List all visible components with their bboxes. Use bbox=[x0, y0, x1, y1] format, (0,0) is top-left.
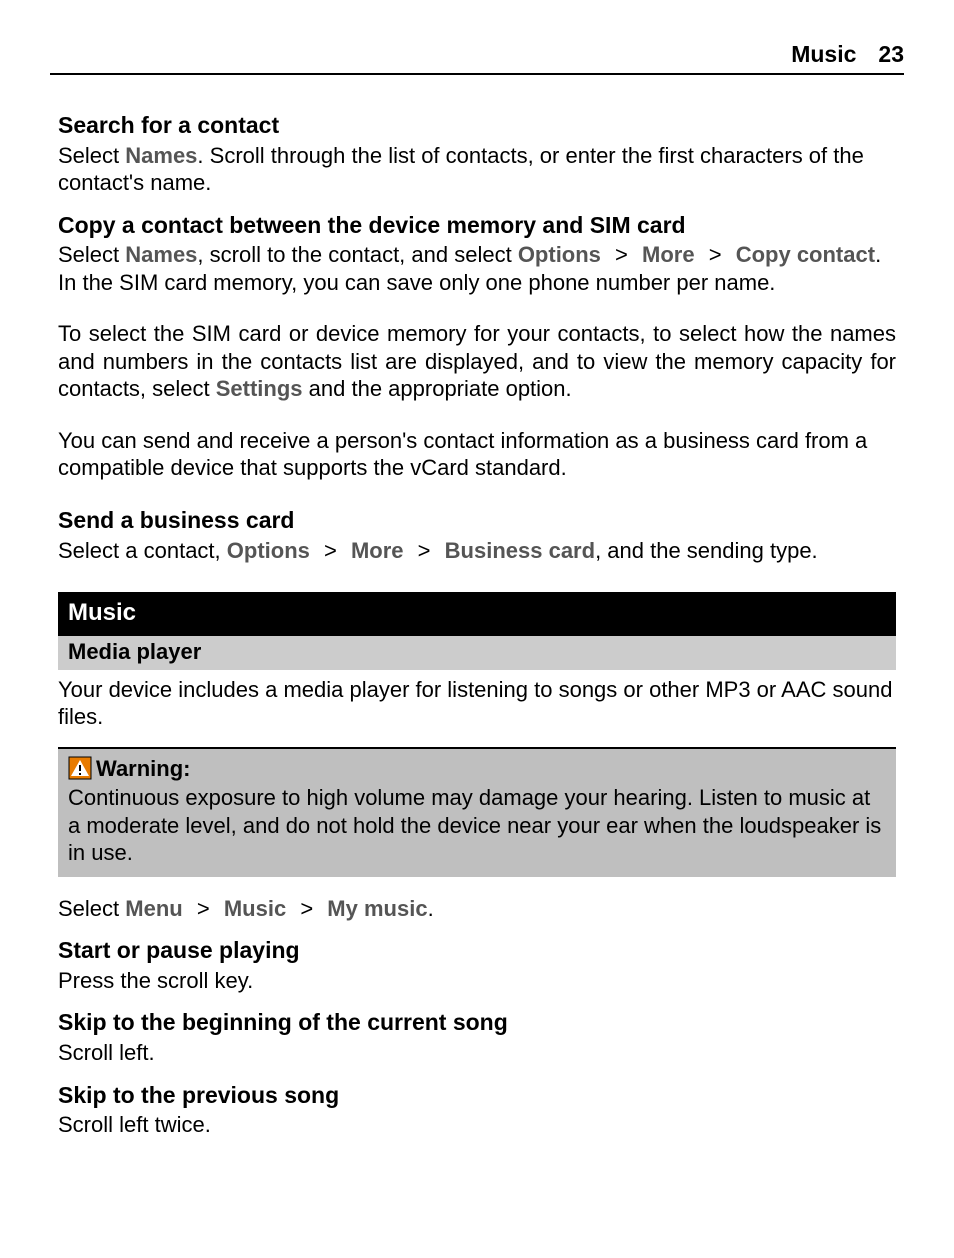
text: and the appropriate option. bbox=[303, 376, 572, 401]
separator bbox=[601, 242, 615, 267]
para-search-contact: Select Names. Scroll through the list of… bbox=[58, 142, 896, 197]
separator bbox=[695, 242, 709, 267]
ui-business-card: Business card bbox=[445, 538, 595, 563]
text: Select bbox=[58, 143, 125, 168]
chapter-bar-music: Music bbox=[58, 592, 896, 636]
heading-send-card: Send a business card bbox=[58, 506, 896, 535]
heading-search-contact: Search for a contact bbox=[58, 111, 896, 140]
text: Select a contact, bbox=[58, 538, 227, 563]
ui-copy-contact: Copy contact bbox=[736, 242, 875, 267]
page-header: Music 23 bbox=[50, 40, 904, 75]
separator bbox=[313, 896, 327, 921]
separator bbox=[183, 896, 197, 921]
gt: > bbox=[709, 242, 722, 267]
para-start-pause: Press the scroll key. bbox=[58, 967, 896, 995]
heading-skip-beginning: Skip to the beginning of the current son… bbox=[58, 1008, 896, 1037]
heading-start-pause: Start or pause playing bbox=[58, 936, 896, 965]
separator bbox=[431, 538, 445, 563]
content-area: Search for a contact Select Names. Scrol… bbox=[50, 111, 904, 1139]
ui-names: Names bbox=[125, 143, 197, 168]
gt: > bbox=[300, 896, 313, 921]
ui-names: Names bbox=[125, 242, 197, 267]
separator bbox=[404, 538, 418, 563]
para-skip-previous: Scroll left twice. bbox=[58, 1111, 896, 1139]
para-vcard-info: You can send and receive a person's cont… bbox=[58, 427, 896, 482]
ui-settings: Settings bbox=[216, 376, 303, 401]
para-media-intro: Your device includes a media player for … bbox=[58, 676, 896, 731]
separator bbox=[310, 538, 324, 563]
ui-music: Music bbox=[224, 896, 286, 921]
header-chapter: Music bbox=[791, 40, 856, 69]
header-page-number: 23 bbox=[878, 40, 904, 69]
warning-label: Warning: bbox=[96, 755, 191, 783]
text: Select bbox=[58, 896, 125, 921]
separator bbox=[628, 242, 642, 267]
text: , and the sending type. bbox=[595, 538, 818, 563]
warning-text: Continuous exposure to high volume may d… bbox=[68, 784, 886, 867]
para-skip-beginning: Scroll left. bbox=[58, 1039, 896, 1067]
ui-more: More bbox=[642, 242, 695, 267]
ui-my-music: My music bbox=[327, 896, 427, 921]
gt: > bbox=[418, 538, 431, 563]
separator bbox=[286, 896, 300, 921]
para-send-card: Select a contact, Options > More > Busin… bbox=[58, 537, 896, 565]
ui-menu: Menu bbox=[125, 896, 182, 921]
separator bbox=[210, 896, 224, 921]
ui-more: More bbox=[351, 538, 404, 563]
warning-box: Warning: Continuous exposure to high vol… bbox=[58, 747, 896, 877]
gt: > bbox=[615, 242, 628, 267]
heading-skip-previous: Skip to the previous song bbox=[58, 1081, 896, 1110]
warning-icon bbox=[68, 756, 92, 780]
heading-copy-contact: Copy a contact between the device memory… bbox=[58, 211, 896, 240]
para-copy-contact: Select Names, scroll to the contact, and… bbox=[58, 241, 896, 296]
sub-bar-media-player: Media player bbox=[58, 636, 896, 670]
para-settings-info: To select the SIM card or device memory … bbox=[58, 320, 896, 403]
gt: > bbox=[197, 896, 210, 921]
separator bbox=[722, 242, 736, 267]
ui-options: Options bbox=[227, 538, 310, 563]
para-select-my-music: Select Menu > Music > My music. bbox=[58, 895, 896, 923]
separator bbox=[337, 538, 351, 563]
text: , scroll to the contact, and select bbox=[197, 242, 517, 267]
text: Select bbox=[58, 242, 125, 267]
ui-options: Options bbox=[518, 242, 601, 267]
gt: > bbox=[324, 538, 337, 563]
text: . bbox=[428, 896, 434, 921]
